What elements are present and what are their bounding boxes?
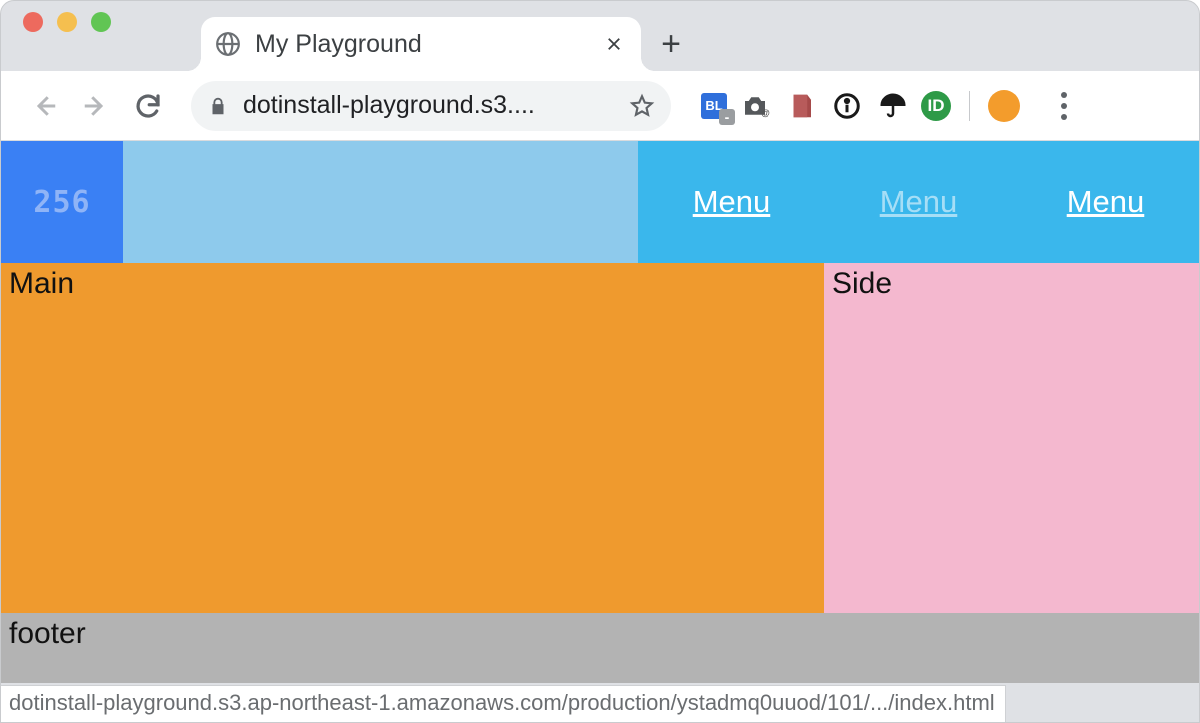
camera-icon[interactable]: @	[737, 88, 773, 124]
url-text: dotinstall-playground.s3....	[243, 91, 615, 120]
extension-bl-icon[interactable]: BL -	[701, 93, 727, 119]
browser-tab[interactable]: My Playground	[201, 17, 641, 71]
browser-toolbar: dotinstall-playground.s3.... BL - @	[1, 71, 1199, 141]
minus-icon: -	[719, 109, 735, 125]
extension-id-icon[interactable]: ID	[921, 91, 951, 121]
site-logo[interactable]: 256	[1, 141, 123, 263]
profile-avatar[interactable]	[988, 90, 1020, 122]
close-icon[interactable]	[605, 35, 623, 53]
lock-icon	[207, 95, 229, 117]
svg-text:@: @	[761, 108, 770, 118]
toolbar-separator	[969, 91, 970, 121]
status-bar: dotinstall-playground.s3.ap-northeast-1.…	[1, 685, 1006, 722]
logo-text: 256	[33, 185, 90, 220]
side-column: Side	[824, 263, 1199, 613]
globe-icon	[215, 31, 241, 57]
address-bar[interactable]: dotinstall-playground.s3....	[191, 81, 671, 131]
reload-button[interactable]	[125, 83, 171, 129]
nav-item-0[interactable]: Menu	[638, 141, 825, 263]
nav-link[interactable]: Menu	[880, 184, 958, 220]
book-icon[interactable]	[783, 88, 819, 124]
main-column: Main	[1, 263, 824, 613]
forward-button[interactable]	[73, 83, 119, 129]
info-icon[interactable]	[829, 88, 865, 124]
page-body: Main Side	[1, 263, 1199, 613]
window-close-button[interactable]	[23, 12, 43, 32]
window-minimize-button[interactable]	[57, 12, 77, 32]
tab-strip: My Playground +	[1, 1, 1199, 71]
page-viewport: 256 Menu Menu Menu Main Side footer	[1, 141, 1199, 722]
browser-window: My Playground + dotinstall-playground.s3…	[0, 0, 1200, 723]
kebab-menu-icon[interactable]	[1044, 92, 1084, 120]
nav-link[interactable]: Menu	[693, 184, 771, 220]
tab-title: My Playground	[255, 30, 591, 59]
nav-link[interactable]: Menu	[1067, 184, 1145, 220]
extensions-row: BL - @ ID	[701, 88, 1084, 124]
footer-label: footer	[9, 617, 86, 650]
back-button[interactable]	[21, 83, 67, 129]
page-footer: footer	[1, 613, 1199, 683]
status-bar-text: dotinstall-playground.s3.ap-northeast-1.…	[9, 690, 995, 715]
umbrella-icon[interactable]	[875, 88, 911, 124]
nav-item-2[interactable]: Menu	[1012, 141, 1199, 263]
side-label: Side	[832, 267, 892, 300]
window-controls	[23, 1, 111, 71]
extension-id-label: ID	[928, 96, 945, 116]
window-zoom-button[interactable]	[91, 12, 111, 32]
header-spacer	[123, 141, 638, 263]
main-label: Main	[9, 267, 74, 300]
page-header: 256 Menu Menu Menu	[1, 141, 1199, 263]
star-icon[interactable]	[629, 93, 655, 119]
nav-item-1[interactable]: Menu	[825, 141, 1012, 263]
